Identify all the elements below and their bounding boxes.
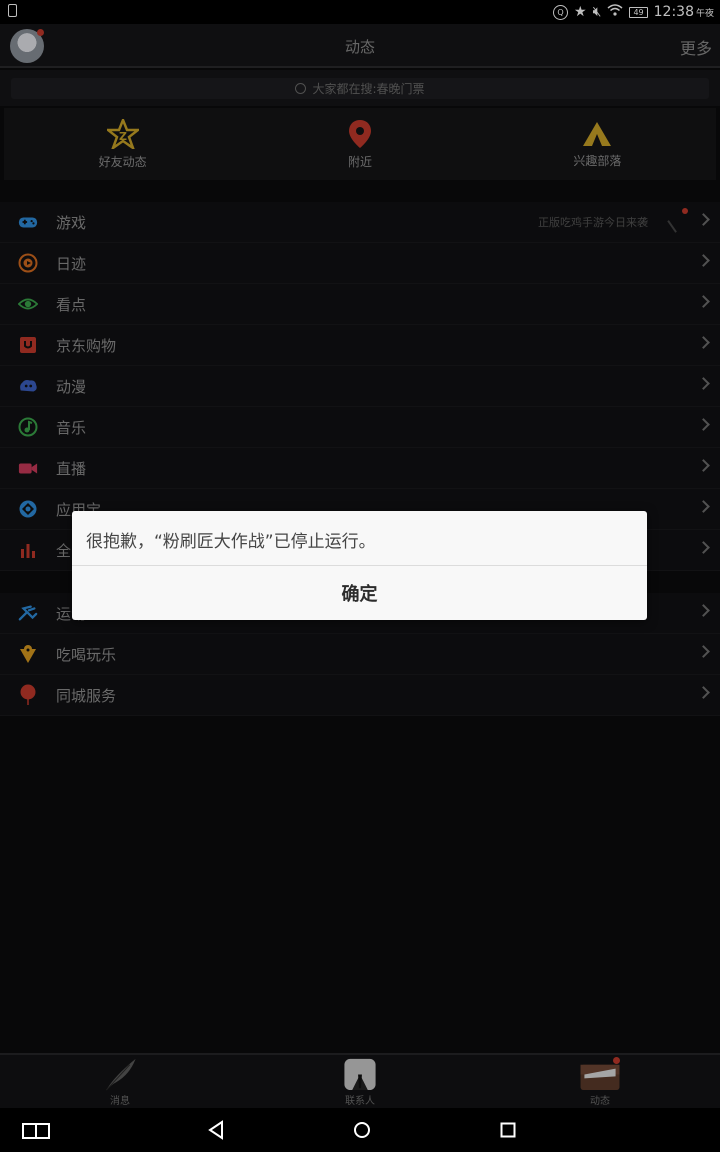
chevron-right-icon: [697, 500, 710, 513]
eye-icon: [18, 294, 38, 314]
system-nav-bar: [0, 1108, 720, 1152]
list-item-city-service[interactable]: 同城服务: [0, 675, 720, 716]
app-crash-dialog: 很抱歉，“粉刷匠大作战”已停止运行。 确定: [72, 511, 647, 620]
tab-label: 联系人: [345, 1096, 375, 1107]
tile-label: 好友动态: [98, 154, 147, 169]
chevron-right-icon: [697, 336, 710, 349]
list-item-label: 吃喝玩乐: [56, 645, 117, 664]
tab-messages[interactable]: 消息: [0, 1055, 240, 1108]
contacts-icon: [344, 1058, 376, 1091]
gamepad-icon: [18, 212, 38, 232]
list-item-label: 游戏: [56, 213, 87, 232]
header: 动态 更多: [0, 24, 720, 68]
chevron-right-icon: [697, 254, 710, 267]
dialog-message: 很抱歉，“粉刷匠大作战”已停止运行。: [86, 532, 376, 552]
status-bar: Q ★ 🔇︎ 49 12:38 午夜: [0, 0, 720, 24]
list-item-label: 看点: [56, 295, 87, 314]
tent-icon: [583, 121, 612, 146]
feature-tiles: Z 好友动态 附近 兴趣部落: [4, 108, 716, 180]
qzone-star-icon: Z: [106, 118, 139, 149]
tile-interest-tribe[interactable]: 兴趣部落: [479, 108, 716, 180]
list-item-live[interactable]: 直播: [0, 448, 720, 489]
list-item-label: 同城服务: [56, 686, 117, 705]
mute-icon: 🔇︎: [592, 4, 602, 20]
clock-ampm: 午夜: [695, 8, 714, 19]
chevron-right-icon: [697, 213, 710, 226]
tile-label: 兴趣部落: [573, 153, 622, 168]
balloon-icon: [18, 684, 38, 705]
app-store-icon: [18, 499, 38, 519]
notification-icon: [8, 4, 17, 17]
tab-label: 消息: [110, 1096, 130, 1107]
list-item-label: 日迹: [56, 254, 87, 273]
search-bar: 大家都在搜:春晚门票: [0, 70, 720, 106]
feather-icon: [106, 1058, 136, 1091]
battery-icon: 49: [629, 6, 648, 18]
diary-icon: [18, 253, 38, 273]
tab-contacts[interactable]: 联系人: [240, 1055, 480, 1108]
list-item-label: 音乐: [56, 418, 87, 437]
list-item-label: 动漫: [56, 377, 87, 396]
chevron-right-icon: [697, 686, 710, 699]
location-pin-icon: [348, 119, 371, 148]
food-icon: [18, 644, 38, 664]
list-item-diary[interactable]: 日迹: [0, 243, 720, 284]
list-item-label: 直播: [56, 459, 87, 478]
list-item-subtext: 正版吃鸡手游今日来袭: [538, 216, 648, 229]
chevron-right-icon: [697, 418, 710, 431]
star-icon: ★: [574, 4, 587, 20]
shopping-bag-icon: [18, 335, 38, 355]
list-item-food-fun[interactable]: 吃喝玩乐: [0, 634, 720, 675]
tile-label: 附近: [347, 154, 372, 169]
promo-thumbnail: [667, 213, 687, 233]
split-screen-icon[interactable]: [22, 1123, 50, 1139]
list-item-anime[interactable]: 动漫: [0, 366, 720, 407]
list-item-games[interactable]: 游戏 正版吃鸡手游今日来袭: [0, 202, 720, 243]
ok-button[interactable]: 确定: [72, 566, 647, 620]
chevron-right-icon: [697, 541, 710, 554]
tile-friends-feed[interactable]: Z 好友动态: [4, 108, 241, 180]
camera-icon: [18, 458, 38, 478]
back-icon[interactable]: [207, 1120, 225, 1140]
chevron-right-icon: [697, 295, 710, 308]
search-icon: [295, 83, 307, 94]
unread-dot: [37, 29, 44, 36]
bottom-tab-bar: 消息 联系人 动态: [0, 1053, 720, 1108]
unread-dot: [682, 208, 688, 214]
anime-icon: [18, 376, 38, 396]
list-item-jd-shopping[interactable]: 京东购物: [0, 325, 720, 366]
tile-nearby[interactable]: 附近: [241, 108, 478, 180]
svg-text:Z: Z: [119, 130, 127, 143]
chevron-right-icon: [697, 377, 710, 390]
unread-dot: [613, 1057, 620, 1064]
search-input[interactable]: 大家都在搜:春晚门票: [11, 78, 709, 99]
sync-icon: Q: [553, 4, 569, 20]
list-item-kandian[interactable]: 看点: [0, 284, 720, 325]
more-button[interactable]: 更多: [680, 35, 712, 59]
tab-moments[interactable]: 动态: [480, 1055, 720, 1108]
running-icon: [18, 603, 38, 623]
search-placeholder: 大家都在搜:春晚门票: [312, 82, 425, 96]
tab-label: 动态: [590, 1096, 610, 1107]
list-item-music[interactable]: 音乐: [0, 407, 720, 448]
chevron-right-icon: [697, 604, 710, 617]
bar-chart-icon: [18, 540, 38, 560]
clock: 12:38: [653, 4, 694, 20]
page-title: 动态: [344, 38, 375, 56]
music-icon: [18, 417, 38, 437]
home-icon[interactable]: [353, 1121, 371, 1139]
wifi-icon: [607, 4, 623, 20]
chevron-right-icon: [697, 459, 710, 472]
chevron-right-icon: [697, 645, 710, 658]
recents-icon[interactable]: [500, 1122, 516, 1138]
list-item-label: 京东购物: [56, 336, 117, 355]
